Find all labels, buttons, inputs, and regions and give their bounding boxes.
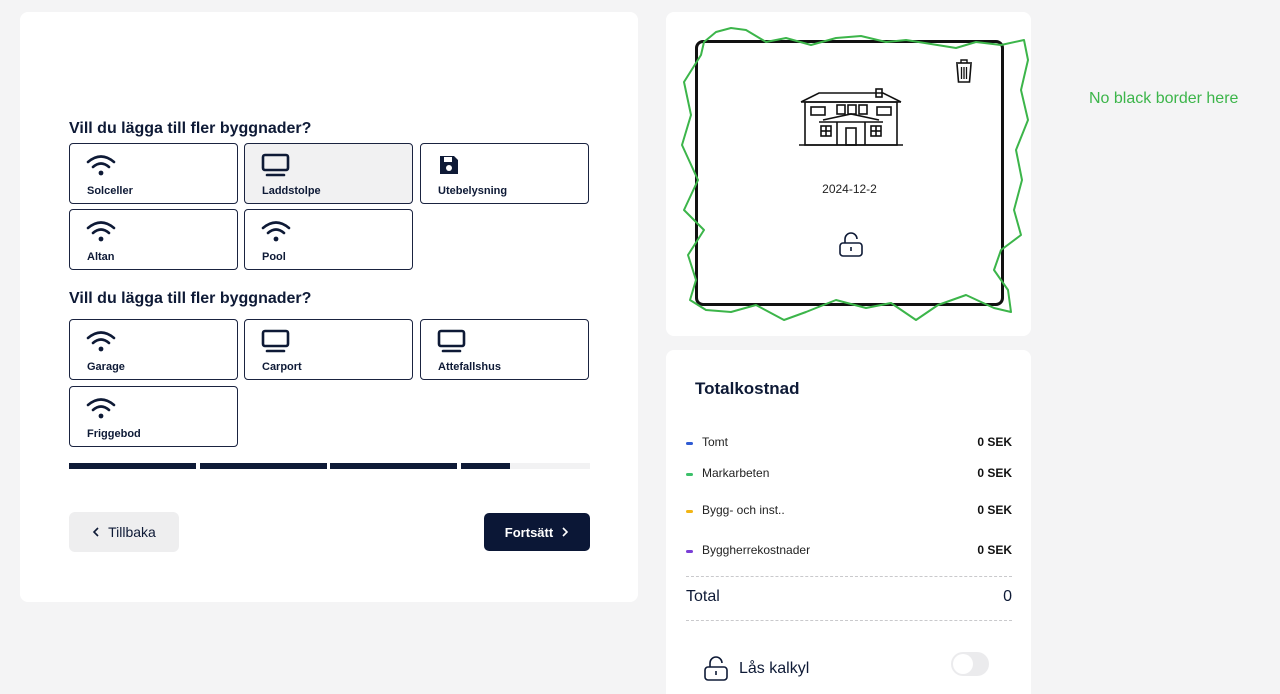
total-value: 0	[1003, 588, 1012, 605]
wifi-icon	[261, 218, 291, 244]
progress-step-1	[69, 463, 196, 469]
lock-label: Lås kalkyl	[739, 660, 810, 677]
continue-label: Fortsätt	[504, 524, 554, 540]
cost-value: 0 SEK	[977, 503, 1012, 517]
chevron-left-icon	[92, 527, 99, 537]
cost-row: Bygg- och inst.. 0 SEK	[686, 503, 1012, 519]
wifi-icon	[86, 395, 116, 421]
section1-title: Vill du lägga till fler byggnader?	[69, 120, 312, 137]
option-label: Garage	[87, 361, 125, 373]
progress-step-3	[330, 463, 457, 469]
option-label: Attefallshus	[438, 361, 501, 373]
back-button[interactable]: Tillbaka	[69, 512, 179, 552]
progress-step-4	[461, 463, 590, 469]
option-altan[interactable]: Altan	[69, 209, 238, 270]
unlock-icon	[704, 656, 728, 681]
option-utebelysning[interactable]: Utebelysning	[420, 143, 589, 204]
cost-label: Bygg- och inst..	[702, 503, 785, 517]
cost-label: Byggherrekostnader	[702, 543, 811, 557]
option-label: Friggebod	[87, 428, 141, 440]
monitor-icon	[437, 328, 467, 354]
progress-fill	[330, 463, 457, 469]
progress-fill	[69, 463, 196, 469]
option-attefallshus[interactable]: Attefallshus	[420, 319, 589, 380]
legend-dot	[686, 442, 693, 445]
legend-dot	[686, 510, 693, 513]
option-garage[interactable]: Garage	[69, 319, 238, 380]
total-cost-title: Totalkostnad	[695, 379, 800, 398]
option-label: Laddstolpe	[262, 185, 321, 197]
cost-row: Tomt 0 SEK	[686, 435, 1012, 451]
lock-toggle[interactable]	[951, 652, 989, 676]
legend-dot	[686, 473, 693, 476]
house-icon	[797, 88, 905, 153]
building-options-panel: Vill du lägga till fler byggnader? Solce…	[20, 12, 638, 602]
monitor-icon	[261, 328, 291, 354]
divider	[686, 576, 1012, 577]
option-friggebod[interactable]: Friggebod	[69, 386, 238, 447]
house-date: 2024-12-2	[822, 182, 877, 196]
wifi-icon	[86, 218, 116, 244]
divider	[686, 620, 1012, 621]
house-card[interactable]: 2024-12-2	[695, 40, 1004, 306]
legend-dot	[686, 550, 693, 553]
total-label: Total	[686, 588, 720, 605]
continue-button[interactable]: Fortsätt	[484, 513, 590, 551]
section2-title: Vill du lägga till fler byggnader?	[69, 290, 312, 307]
floppy-disk-icon	[437, 152, 467, 178]
annotation-note: No black border here	[1089, 90, 1239, 107]
cost-value: 0 SEK	[977, 543, 1012, 557]
toggle-knob	[953, 654, 973, 674]
option-laddstolpe[interactable]: Laddstolpe	[244, 143, 413, 204]
progress-fill	[461, 463, 511, 469]
cost-value: 0 SEK	[977, 435, 1012, 449]
lock-calculation-row: Lås kalkyl	[703, 656, 809, 682]
cost-label: Markarbeten	[702, 466, 770, 480]
house-preview-panel: 2024-12-2	[666, 12, 1031, 336]
back-label: Tillbaka	[108, 524, 156, 540]
option-label: Utebelysning	[438, 185, 508, 197]
option-label: Pool	[262, 251, 286, 263]
trash-icon[interactable]	[952, 57, 976, 90]
wifi-icon	[86, 328, 116, 354]
cost-label: Tomt	[702, 435, 729, 449]
progress-step-2	[200, 463, 327, 469]
progress-fill	[200, 463, 327, 469]
cost-row: Markarbeten 0 SEK	[686, 466, 1012, 482]
total-cost-panel: Totalkostnad Tomt 0 SEK Markarbeten 0 SE…	[666, 350, 1031, 694]
option-pool[interactable]: Pool	[244, 209, 413, 270]
cost-value: 0 SEK	[977, 466, 1012, 480]
cost-row: Byggherrekostnader 0 SEK	[686, 543, 1012, 559]
chevron-right-icon	[562, 527, 569, 537]
option-label: Solceller	[87, 185, 133, 197]
option-label: Carport	[262, 361, 302, 373]
monitor-icon	[261, 152, 291, 178]
wifi-icon	[86, 152, 116, 178]
option-solceller[interactable]: Solceller	[69, 143, 238, 204]
unlock-icon[interactable]	[838, 232, 864, 263]
option-carport[interactable]: Carport	[244, 319, 413, 380]
option-label: Altan	[87, 251, 115, 263]
